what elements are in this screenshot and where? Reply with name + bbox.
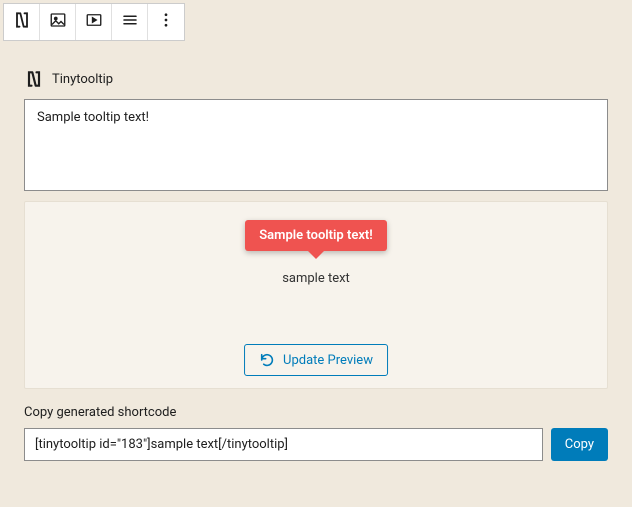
toolbar-image-button[interactable] — [40, 4, 76, 40]
toolbar-shortcode-button[interactable] — [4, 4, 40, 40]
refresh-icon — [259, 352, 275, 368]
tooltip-textarea[interactable] — [24, 99, 608, 191]
shortcode-row: Copy — [24, 428, 608, 461]
preview-panel: Sample tooltip text! sample text Update … — [24, 201, 608, 389]
update-preview-label: Update Preview — [283, 353, 373, 368]
video-icon — [85, 11, 103, 33]
tooltip-bubble: Sample tooltip text! — [245, 220, 387, 251]
block-toolbar — [3, 3, 185, 41]
more-icon — [157, 11, 175, 33]
image-icon — [49, 11, 67, 33]
shortcode-label: Copy generated shortcode — [24, 405, 608, 420]
shortcode-icon — [12, 10, 32, 34]
panel-title: Tinytooltip — [52, 72, 113, 87]
shortcode-input[interactable] — [24, 428, 543, 461]
list-icon — [121, 11, 139, 33]
toolbar-video-button[interactable] — [76, 4, 112, 40]
panel-header: Tinytooltip — [24, 65, 608, 99]
update-preview-button[interactable]: Update Preview — [244, 344, 388, 376]
tinytooltip-panel: Tinytooltip Sample tooltip text! sample … — [24, 65, 608, 461]
toolbar-more-button[interactable] — [148, 4, 184, 40]
copy-button[interactable]: Copy — [551, 428, 608, 461]
toolbar-list-button[interactable] — [112, 4, 148, 40]
sample-text: sample text — [282, 271, 350, 286]
shortcode-icon — [24, 69, 44, 89]
